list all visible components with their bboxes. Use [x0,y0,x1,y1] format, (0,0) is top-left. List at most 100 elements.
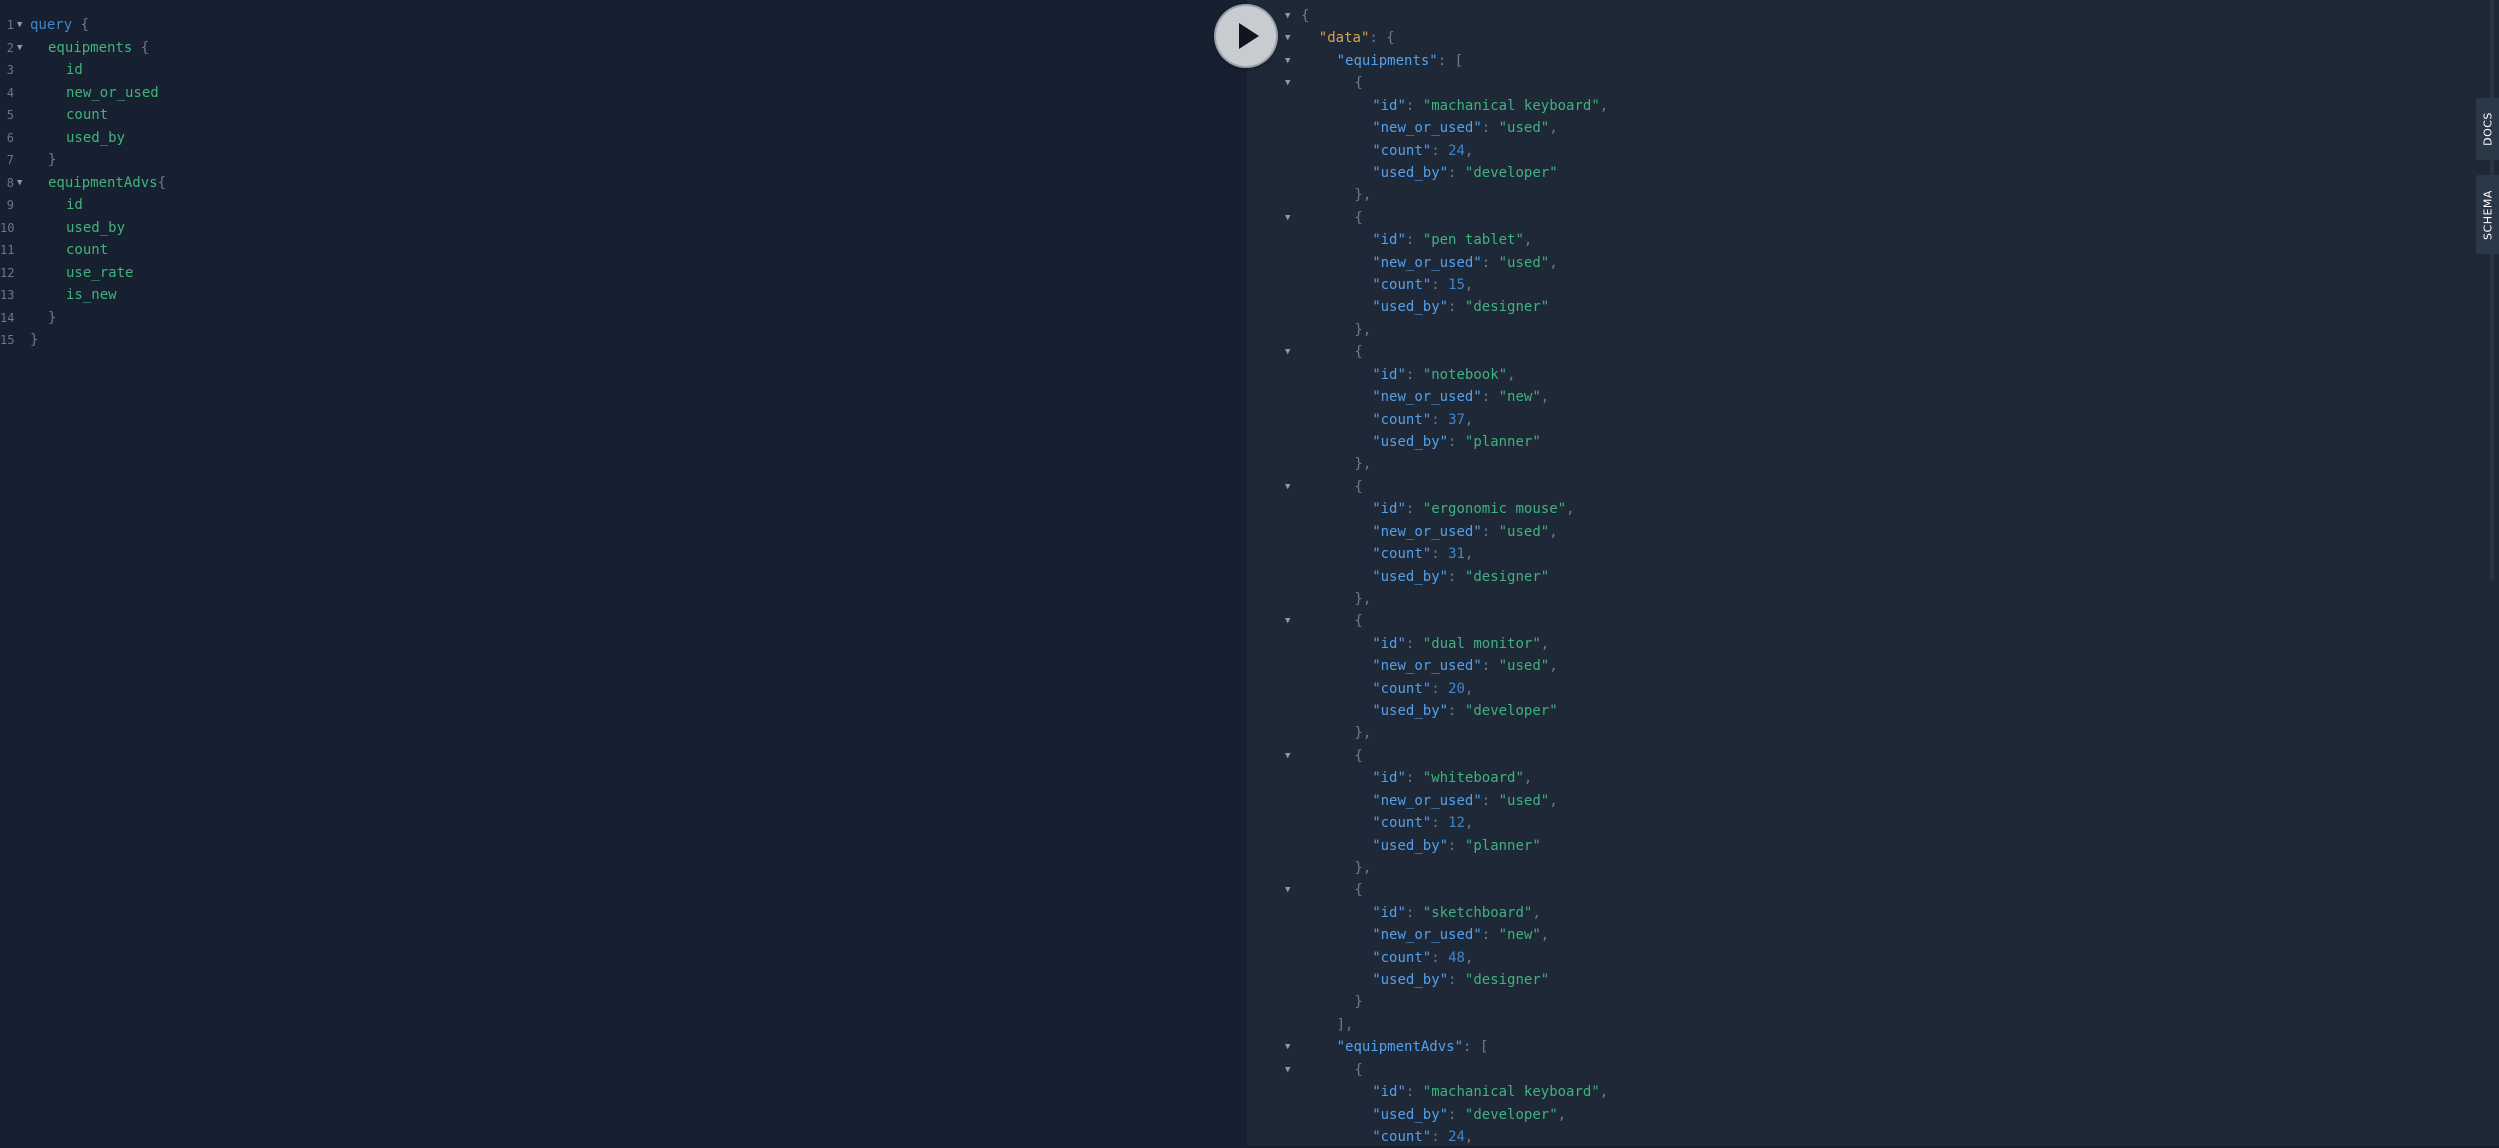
token: count [66,107,109,123]
token: "id" [1372,366,1406,383]
execute-query-button[interactable] [1216,6,1276,66]
token: "new" [1498,389,1541,406]
code-line: equipments { [48,37,149,59]
fold-arrow-icon[interactable]: ▼ [17,37,22,59]
token: , [1464,1129,1474,1145]
token: "ergonomic mouse" [1422,501,1567,518]
token: }, [1354,590,1372,607]
json-line: "used_by": "developer" [1372,162,1557,184]
fold-arrow-icon[interactable]: ▼ [1285,50,1290,72]
token: "sketchboard" [1422,904,1533,921]
token: equipmentAdvs [48,174,158,191]
token: }, [1354,725,1372,742]
token: : [1405,501,1423,518]
token: , [1523,770,1533,787]
token: , [1464,411,1474,428]
token: "used_by" [1372,837,1449,854]
token: : [1405,232,1423,249]
fold-arrow-icon[interactable]: ▼ [1285,879,1290,901]
line-number: 5 [6,108,14,122]
line-number: 9 [6,198,14,212]
token: id [66,62,83,78]
fold-arrow-icon[interactable]: ▼ [1285,5,1290,27]
fold-arrow-icon[interactable]: ▼ [1285,745,1290,767]
token: , [1464,546,1474,563]
json-line: }, [1354,588,1371,610]
token: 20 [1448,680,1465,697]
schema-tab[interactable]: SCHEMA [2476,175,2499,254]
token: : [1481,792,1499,809]
token: { [1354,478,1363,495]
token: }, [1354,859,1372,876]
fold-arrow-icon[interactable]: ▼ [1285,27,1290,49]
token: "used_by" [1372,972,1449,989]
token: "count" [1372,815,1432,832]
token: { [1354,209,1363,226]
json-line: "id": "machanical keyboard", [1372,1081,1608,1103]
token: : [1448,972,1465,989]
token: "id" [1372,1084,1406,1101]
token: use_rate [66,264,134,281]
json-line: "new_or_used": "used", [1372,655,1557,677]
json-line: { [1354,879,1362,901]
token: "developer" [1464,1106,1558,1123]
json-line: "id": "sketchboard", [1372,902,1541,924]
token: , [1599,97,1609,114]
json-line: { [1354,476,1362,498]
token: "count" [1372,1129,1432,1145]
token: "count" [1372,680,1432,697]
fold-arrow-icon[interactable]: ▼ [1285,1036,1290,1058]
json-line: } [1354,991,1362,1013]
token: : [1431,1129,1449,1145]
token: "data" [1318,30,1370,47]
token: , [1549,658,1558,675]
fold-arrow-icon[interactable]: ▼ [1285,72,1290,94]
fold-arrow-icon[interactable]: ▼ [17,14,22,36]
token: : [1405,770,1423,787]
code-line: is_new [66,284,117,306]
json-line: "id": "ergonomic mouse", [1372,498,1574,520]
json-line: "id": "pen tablet", [1372,229,1532,251]
token: : [1431,411,1449,428]
token: }, [1354,456,1372,473]
fold-arrow-icon[interactable]: ▼ [1285,341,1290,363]
fold-arrow-icon[interactable]: ▼ [17,172,22,194]
line-number: 6 [6,130,14,145]
token: : [1481,658,1499,675]
token: equipments [48,39,133,56]
token: , [1549,254,1558,271]
token: : [ [1437,52,1464,69]
token: "id" [1372,232,1406,249]
fold-arrow-icon[interactable]: ▼ [1285,476,1290,498]
result-scrollbar[interactable] [2490,0,2494,580]
token: } [48,152,57,168]
token: : [1448,568,1465,585]
query-editor[interactable]: 1 ▼ query {2 ▼ equipments {3 id 4 new_or_used 5 c… [0,0,1247,1146]
fold-arrow-icon[interactable]: ▼ [1285,1059,1290,1081]
token: "count" [1372,411,1432,428]
fold-arrow-icon[interactable]: ▼ [1285,207,1290,229]
token: { [1354,747,1363,764]
token: "pen tablet" [1422,232,1524,249]
line-number: 7 [6,153,14,167]
token: "planner" [1464,433,1541,450]
fold-arrow-icon[interactable]: ▼ [1285,610,1290,632]
token: : [1405,904,1423,921]
token: "used_by" [1372,703,1449,720]
json-line: "equipments": [ [1337,50,1463,72]
token: { [132,39,150,56]
token: "notebook" [1422,366,1508,383]
token: { [1354,1061,1363,1078]
line-number: 15 [0,333,15,347]
json-line: "count": 24, [1372,140,1473,162]
json-line: "used_by": "developer", [1372,1104,1566,1126]
token: , [1464,815,1474,832]
token: { [1354,75,1363,92]
token: } [48,309,57,326]
json-line: "new_or_used": "used", [1372,252,1557,274]
docs-tab[interactable]: DOCS [2476,98,2499,160]
token: "new_or_used" [1372,254,1482,271]
token: count [66,242,109,258]
token: , [1540,635,1550,652]
token: , [1464,142,1474,159]
